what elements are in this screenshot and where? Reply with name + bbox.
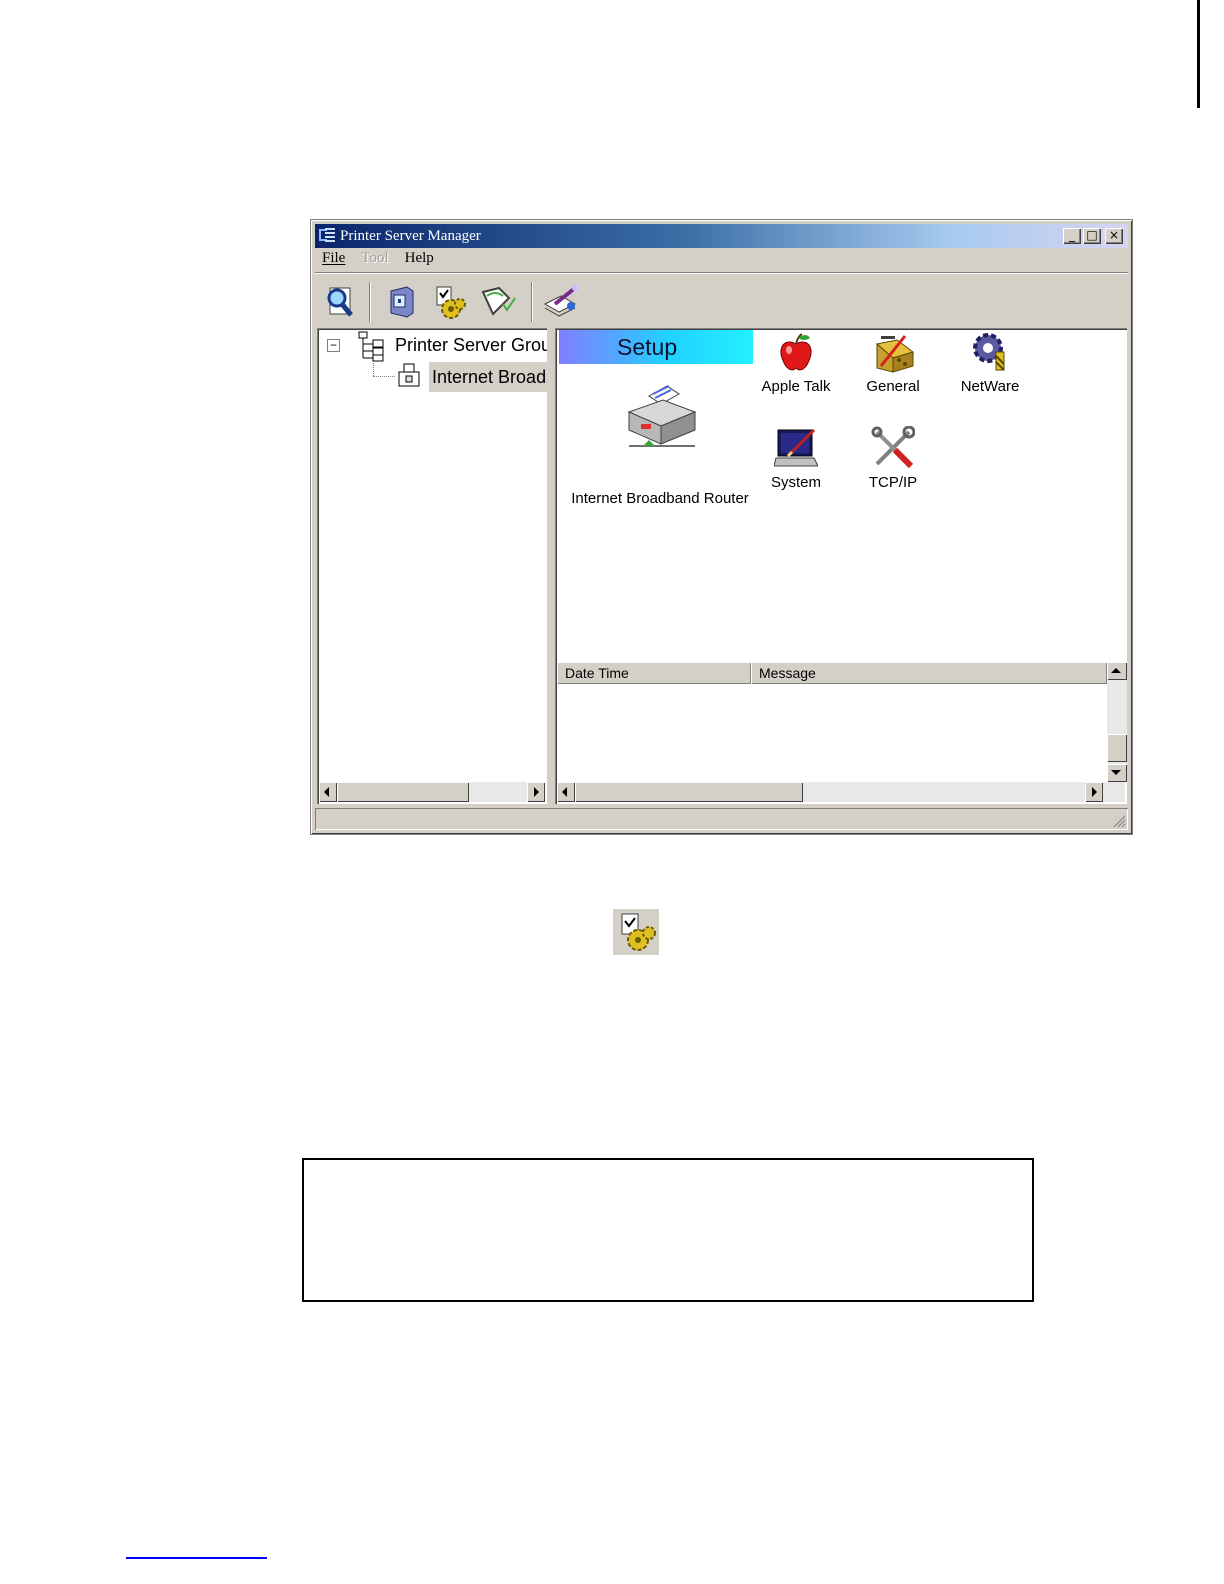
status-bar bbox=[315, 808, 1128, 830]
tree-connector bbox=[373, 358, 374, 376]
log-vertical-scrollbar[interactable] bbox=[1107, 662, 1127, 782]
device-label: Internet Broadband Router bbox=[571, 490, 749, 507]
scroll-right-button[interactable] bbox=[1085, 782, 1103, 802]
close-button[interactable]: × bbox=[1105, 228, 1123, 244]
setup-banner: Setup bbox=[559, 330, 753, 364]
printer-server-icon[interactable] bbox=[381, 282, 421, 322]
monitor-graph-icon[interactable] bbox=[477, 282, 517, 322]
menu-help[interactable]: Help bbox=[405, 250, 434, 270]
search-icon[interactable] bbox=[321, 282, 361, 322]
tcpip-label: TCP/IP bbox=[868, 474, 918, 491]
tree-connector bbox=[373, 376, 395, 377]
menu-file[interactable]: File bbox=[322, 250, 345, 270]
tcpip-item[interactable]: TCP/IP bbox=[848, 426, 938, 506]
minimize-button[interactable]: _ bbox=[1063, 228, 1081, 244]
system-label: System bbox=[770, 474, 821, 491]
toolbar bbox=[315, 276, 1128, 326]
scroll-thumb[interactable] bbox=[1107, 734, 1127, 762]
caption-buttons: _ □ × bbox=[1063, 228, 1123, 244]
tree-horizontal-scrollbar[interactable] bbox=[319, 782, 545, 802]
log-list[interactable] bbox=[557, 684, 1107, 782]
tree-root-printer-server-group[interactable]: Printer Server Group bbox=[395, 335, 547, 356]
scroll-down-button[interactable] bbox=[1107, 764, 1127, 782]
setup-title: Setup bbox=[617, 334, 678, 360]
app-icon bbox=[318, 227, 336, 245]
general-settings-icon bbox=[875, 335, 915, 373]
content-horizontal-scrollbar[interactable] bbox=[557, 782, 1125, 802]
window-title: Printer Server Manager bbox=[340, 227, 481, 244]
system-item[interactable]: System bbox=[751, 426, 841, 506]
column-message[interactable]: Message bbox=[751, 662, 1107, 684]
log-table-header: Date Time Message bbox=[557, 662, 1107, 684]
system-computer-icon bbox=[774, 428, 818, 467]
netware-gear-icon bbox=[973, 333, 1005, 371]
edit-notes-icon[interactable] bbox=[541, 282, 581, 322]
apple-talk-item[interactable]: Apple Talk bbox=[751, 330, 841, 410]
network-group-icon bbox=[353, 330, 389, 362]
menu-bar: File Tool Help bbox=[317, 250, 434, 270]
tree-item-internet-broadband-router[interactable]: Internet Broadband Router bbox=[429, 362, 547, 392]
setup-gear-icon[interactable] bbox=[429, 282, 469, 322]
printer-server-manager-window: Printer Server Manager _ □ × File Tool H… bbox=[310, 219, 1133, 835]
apple-talk-label: Apple Talk bbox=[761, 378, 831, 395]
title-bar[interactable]: Printer Server Manager _ □ × bbox=[315, 224, 1128, 248]
scroll-right-button[interactable] bbox=[527, 782, 545, 802]
scroll-thumb[interactable] bbox=[337, 782, 469, 802]
toolbar-divider bbox=[369, 282, 371, 322]
scroll-left-button[interactable] bbox=[319, 782, 337, 802]
scroll-up-button[interactable] bbox=[1107, 662, 1127, 680]
apple-icon bbox=[780, 333, 812, 371]
footer-link-underline[interactable] bbox=[126, 1557, 267, 1559]
page-edge-rule bbox=[1197, 0, 1200, 108]
resize-grip-icon[interactable] bbox=[1112, 814, 1126, 828]
tree-pane[interactable]: − Printer Server Group Internet Broad bbox=[317, 328, 547, 804]
tcpip-tools-icon bbox=[871, 426, 915, 469]
print-server-device-icon bbox=[397, 362, 421, 388]
general-item[interactable]: General bbox=[848, 330, 938, 410]
toolbar-divider bbox=[531, 282, 533, 322]
content-pane: Setup Internet Broadband Router Apple Ta… bbox=[555, 328, 1127, 804]
scroll-thumb[interactable] bbox=[575, 782, 803, 802]
printer-device-icon bbox=[623, 382, 703, 452]
menu-separator bbox=[315, 272, 1128, 274]
tree-expander-collapse[interactable]: − bbox=[327, 339, 340, 352]
selected-device[interactable]: Internet Broadband Router bbox=[565, 382, 755, 512]
scroll-left-button[interactable] bbox=[557, 782, 575, 802]
netware-item[interactable]: NetWare bbox=[945, 330, 1035, 410]
general-label: General bbox=[866, 378, 920, 395]
netware-label: NetWare bbox=[960, 378, 1020, 395]
setup-gear-icon bbox=[613, 909, 659, 955]
column-date-time[interactable]: Date Time bbox=[557, 662, 751, 684]
note-box bbox=[302, 1158, 1034, 1302]
maximize-button[interactable]: □ bbox=[1083, 228, 1101, 244]
menu-tool[interactable]: Tool bbox=[361, 250, 388, 270]
